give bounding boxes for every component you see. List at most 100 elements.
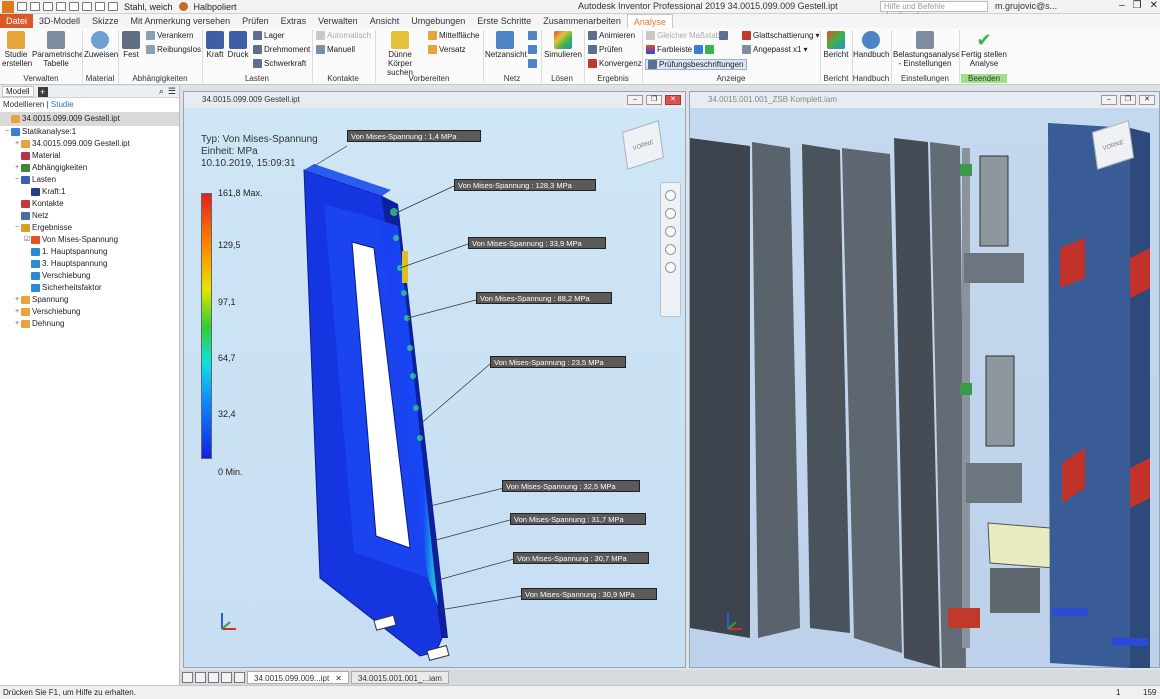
tree-expand-icon[interactable]: − (3, 126, 11, 138)
tab-modell[interactable]: Modell (2, 86, 34, 97)
browser-search-icon[interactable]: ⌕ (159, 86, 164, 97)
tree-node[interactable]: − Ergebnisse (0, 222, 179, 234)
tree-expand-icon[interactable]: + (13, 294, 21, 306)
add-tab-icon[interactable]: + (37, 86, 48, 97)
viewport-assembly[interactable]: 34.0015.001.001_ZSB Komplett.iam – ❐ ✕ VOR… (689, 91, 1160, 668)
user-account[interactable]: m.grujovic@s... (995, 1, 1057, 11)
tree-node[interactable]: + Dehnung (0, 318, 179, 330)
tree-node[interactable]: + Verschiebung (0, 306, 179, 318)
tile-windows-icon[interactable] (195, 672, 206, 683)
tree-node[interactable]: − Statikanalyse:1 (0, 126, 179, 138)
parametric-table-button[interactable]: Parametrische Tabelle (32, 31, 84, 68)
tree-node[interactable]: Sicherheitsfaktor (0, 282, 179, 294)
tab-erste-schritte[interactable]: Erste Schritte (471, 14, 537, 28)
probe-label[interactable]: Von Mises-Spannung : 30,7 MPa (513, 552, 649, 564)
probe-label[interactable]: Von Mises-Spannung : 33,9 MPa (468, 237, 606, 249)
druck-button[interactable]: Druck (227, 31, 249, 59)
browser-menu-icon[interactable]: ☰ (168, 86, 176, 97)
tree-node[interactable]: + Abhängigkeiten (0, 162, 179, 174)
pan-icon[interactable] (665, 208, 676, 219)
tab-3d-modell[interactable]: 3D-Modell (33, 14, 86, 28)
drehmoment-button[interactable]: Drehmoment (253, 45, 310, 54)
tree-node[interactable]: + Spannung (0, 294, 179, 306)
help-search-input[interactable]: Hilfe und Befehle durchsuchen (880, 1, 988, 20)
tree-node[interactable]: − Lasten (0, 174, 179, 186)
tree-expand-icon[interactable]: + (13, 318, 21, 330)
tree-expand-icon[interactable]: − (13, 222, 21, 234)
save-icon[interactable] (43, 2, 53, 11)
probe-label[interactable]: Von Mises-Spannung : 30,9 MPa (521, 588, 657, 600)
verankern-button[interactable]: Verankern (146, 31, 193, 40)
viewport-minimize-icon[interactable]: – (1101, 95, 1117, 105)
assembly-model-graphic[interactable] (690, 108, 1159, 668)
tab-datei[interactable]: Datei (0, 14, 34, 28)
mesh-settings-button[interactable] (528, 31, 537, 40)
tree-expand-icon[interactable]: ☑ (23, 234, 31, 246)
select-icon[interactable] (108, 2, 118, 11)
animieren-button[interactable]: Animieren (588, 31, 635, 40)
tree-node[interactable]: +34.0015.099.009 Gestell.ipt (0, 138, 179, 150)
probe-label[interactable]: Von Mises-Spannung : 31,7 MPa (510, 513, 646, 525)
simulieren-button[interactable]: Simulieren (544, 31, 582, 59)
belastungsanalyse-einstellungen-button[interactable]: Belastungsanalyse - Einstellungen (893, 31, 960, 68)
zoom-icon[interactable] (665, 226, 676, 237)
tab-pruefen[interactable]: Prüfen (236, 14, 275, 28)
tab-verwalten[interactable]: Verwalten (312, 14, 364, 28)
tree-node[interactable]: Verschiebung (0, 270, 179, 282)
minimize-icon[interactable]: – (1119, 0, 1125, 11)
viewport-minimize-icon[interactable]: – (627, 95, 643, 105)
handbuch-button[interactable]: Handbuch (853, 31, 889, 59)
undo-icon[interactable] (56, 2, 66, 11)
tree-node[interactable]: 3. Hauptspannung (0, 258, 179, 270)
restore-icon[interactable]: ❐ (1133, 0, 1142, 11)
mode-modellieren[interactable]: Modellieren (3, 100, 44, 109)
kraft-button[interactable]: Kraft (204, 31, 226, 59)
probe-label[interactable]: Von Mises-Spannung : 23,5 MPa (490, 356, 626, 368)
angepasst-select[interactable]: Angepasst x1 ▾ (742, 45, 808, 54)
orbit-icon[interactable] (665, 244, 676, 255)
material-select[interactable]: Stahl, weich (121, 2, 176, 12)
tree-node[interactable]: Netz (0, 210, 179, 222)
konvergenz-button[interactable]: Konvergenz (588, 59, 642, 68)
group-label-lasten[interactable]: Lasten (202, 74, 312, 83)
tree-expand-icon[interactable]: + (13, 306, 21, 318)
layout-icon[interactable] (234, 672, 245, 683)
tab-anmerkung[interactable]: Mit Anmerkung versehen (125, 14, 237, 28)
fea-model-graphic[interactable] (184, 108, 685, 668)
manuell-button[interactable]: Manuell (316, 45, 355, 54)
duenne-koerper-button[interactable]: Dünne Körper suchen (377, 31, 423, 77)
fertig-stellen-button[interactable]: ✔ Fertig stellen Analyse (961, 31, 1007, 68)
split-view-icon[interactable] (221, 672, 232, 683)
viewport-close-icon[interactable]: ✕ (665, 95, 681, 105)
tree-node[interactable]: Material (0, 150, 179, 162)
tab-zusammenarbeiten[interactable]: Zusammenarbeiten (537, 14, 627, 28)
tab-analyse[interactable]: Analyse (626, 14, 673, 28)
glattschattierung-select[interactable]: Glattschattierung ▾ (742, 31, 820, 40)
farbleiste-button[interactable]: Farbleiste (646, 45, 692, 54)
mittelflaeche-button[interactable]: Mittelfläche (428, 31, 479, 40)
local-mesh-button[interactable] (528, 45, 537, 54)
probe-label[interactable]: Von Mises-Spannung : 128,3 MPa (454, 179, 596, 191)
cascade-windows-icon[interactable] (208, 672, 219, 683)
fest-button[interactable]: Fest (120, 31, 142, 59)
look-at-icon[interactable] (665, 262, 676, 273)
netzansicht-button[interactable]: Netzansicht (485, 31, 527, 59)
mesh-convergence-button[interactable] (528, 59, 537, 68)
tab-ansicht[interactable]: Ansicht (364, 14, 406, 28)
redo-icon[interactable] (69, 2, 79, 11)
probe-label[interactable]: Von Mises-Spannung : 32,5 MPa (502, 480, 640, 492)
versatz-button[interactable]: Versatz (428, 45, 466, 54)
zuweisen-button[interactable]: Zuweisen (84, 31, 118, 59)
viewport-maximize-icon[interactable]: ❐ (646, 95, 662, 105)
tree-expand-icon[interactable]: + (13, 138, 21, 150)
lager-button[interactable]: Lager (253, 31, 284, 40)
probe-label[interactable]: Von Mises-Spannung : 88,2 MPa (476, 292, 612, 304)
display-options-button[interactable] (694, 45, 714, 54)
tree-node[interactable]: 34.0015.099.009 Gestell.ipt (0, 112, 179, 126)
close-icon[interactable]: ✕ (335, 672, 342, 683)
doc-tab[interactable]: 34.0015.099.009...ipt ✕ (247, 671, 349, 684)
automatisch-button[interactable]: Automatisch (316, 31, 371, 40)
scale-toggle-button[interactable] (719, 31, 728, 40)
viewport-maximize-icon[interactable]: ❐ (1120, 95, 1136, 105)
open-file-icon[interactable] (30, 2, 40, 11)
